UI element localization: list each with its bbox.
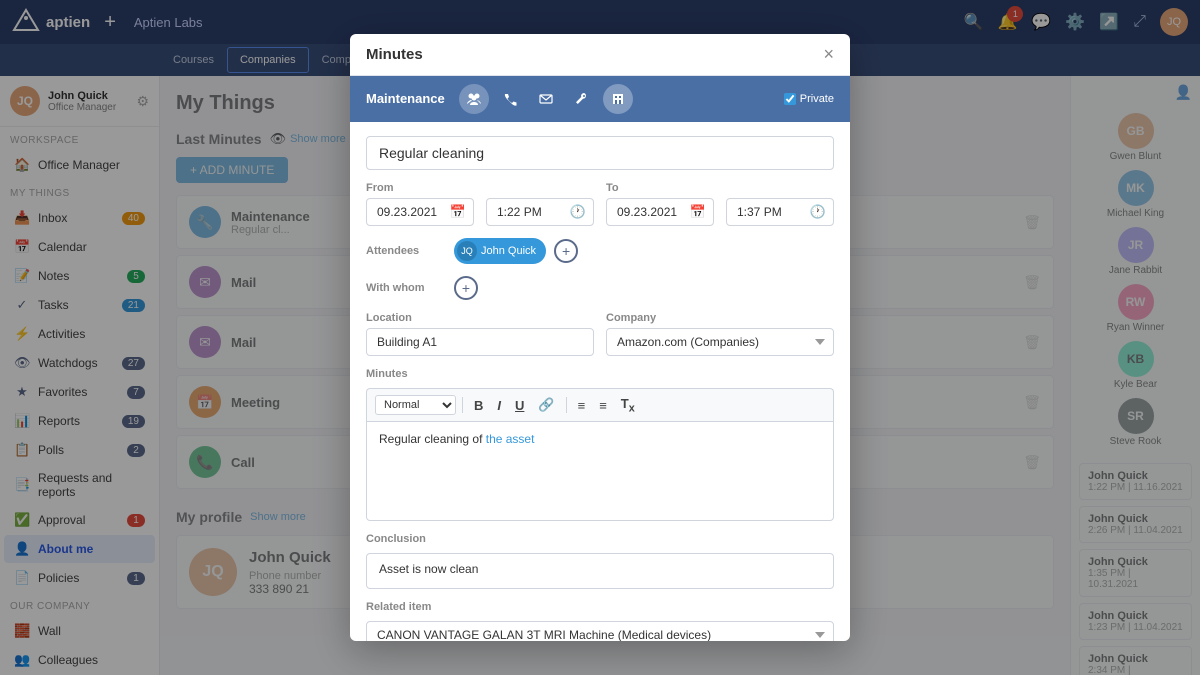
calendar-icon: 📅 <box>690 204 706 220</box>
add-attendee-button[interactable]: + <box>554 239 578 263</box>
location-input[interactable] <box>366 328 594 356</box>
private-toggle[interactable]: Private <box>784 93 834 105</box>
building-icon[interactable] <box>603 84 633 114</box>
to-time-field: 🕐 <box>726 198 834 226</box>
unordered-list-button[interactable]: ≡ <box>594 396 612 415</box>
from-to-row: From 📅 🕐 To <box>366 182 834 226</box>
to-time-label <box>726 182 834 194</box>
conclusion-box[interactable]: Asset is now clean <box>366 553 834 589</box>
add-with-whom-button[interactable]: + <box>454 276 478 300</box>
modal-overlay[interactable]: Minutes × Maintenance Private <box>0 0 1200 675</box>
private-checkbox[interactable] <box>784 93 796 105</box>
location-label: Location <box>366 312 594 324</box>
to-group: To 📅 <box>606 182 714 226</box>
from-time-label <box>486 182 594 194</box>
editor-area[interactable]: Regular cleaning of the asset <box>366 421 834 521</box>
location-company-row: Location Company Amazon.com (Companies) <box>366 312 834 356</box>
clock-icon: 🕐 <box>810 204 826 220</box>
attendee-chip: JQ John Quick <box>454 238 546 264</box>
modal-title: Minutes <box>366 46 423 63</box>
from-time-field: 🕐 <box>486 198 594 226</box>
from-label: From <box>366 182 474 194</box>
private-label: Private <box>800 93 834 105</box>
category-label: Maintenance <box>366 91 445 106</box>
related-section: Related item CANON VANTAGE GALAN 3T MRI … <box>366 601 834 641</box>
highlighted-text: the asset <box>486 432 535 446</box>
minutes-label: Minutes <box>366 368 834 380</box>
related-select[interactable]: CANON VANTAGE GALAN 3T MRI Machine (Medi… <box>366 621 834 641</box>
italic-button[interactable]: I <box>492 396 506 415</box>
format-select[interactable]: Normal Heading 1 Heading 2 Heading 3 <box>375 395 456 415</box>
conclusion-label: Conclusion <box>366 533 834 545</box>
minutes-modal: Minutes × Maintenance Private <box>350 34 850 642</box>
attendee-avatar: JQ <box>457 241 477 261</box>
company-select[interactable]: Amazon.com (Companies) <box>606 328 834 356</box>
to-label: To <box>606 182 714 194</box>
company-group: Company Amazon.com (Companies) <box>606 312 834 356</box>
company-label: Company <box>606 312 834 324</box>
category-bar: Maintenance Private <box>350 76 850 122</box>
minutes-section: Minutes Normal Heading 1 Heading 2 Headi… <box>366 368 834 522</box>
from-time-group: 🕐 <box>486 182 594 226</box>
ordered-list-button[interactable]: ≡ <box>573 396 591 415</box>
phone-icon[interactable] <box>495 84 525 114</box>
to-time-group: 🕐 <box>726 182 834 226</box>
group-icon[interactable] <box>459 84 489 114</box>
attendee-name: John Quick <box>481 245 536 257</box>
toolbar-separator <box>566 397 567 413</box>
attendees-label: Attendees <box>366 245 446 257</box>
underline-button[interactable]: U <box>510 396 529 415</box>
wrench-icon[interactable] <box>567 84 597 114</box>
from-group: From 📅 <box>366 182 474 226</box>
clear-format-button[interactable]: Tx <box>616 394 640 417</box>
calendar-icon: 📅 <box>450 204 466 220</box>
modal-header: Minutes × <box>350 34 850 76</box>
editor-toolbar: Normal Heading 1 Heading 2 Heading 3 B I… <box>366 388 834 422</box>
modal-close-button[interactable]: × <box>823 44 834 65</box>
clock-icon: 🕐 <box>570 204 586 220</box>
link-button[interactable]: 🔗 <box>533 395 559 415</box>
related-label: Related item <box>366 601 834 613</box>
conclusion-section: Conclusion Asset is now clean <box>366 533 834 589</box>
email-icon[interactable] <box>531 84 561 114</box>
to-date-field: 📅 <box>606 198 714 226</box>
bold-button[interactable]: B <box>469 396 488 415</box>
with-whom-label: With whom <box>366 282 446 294</box>
title-input[interactable] <box>366 136 834 170</box>
modal-body: From 📅 🕐 To <box>350 122 850 642</box>
location-group: Location <box>366 312 594 356</box>
toolbar-separator <box>462 397 463 413</box>
attendees-row: Attendees JQ John Quick + <box>366 238 834 264</box>
with-whom-row: With whom + <box>366 276 834 300</box>
from-date-field: 📅 <box>366 198 474 226</box>
